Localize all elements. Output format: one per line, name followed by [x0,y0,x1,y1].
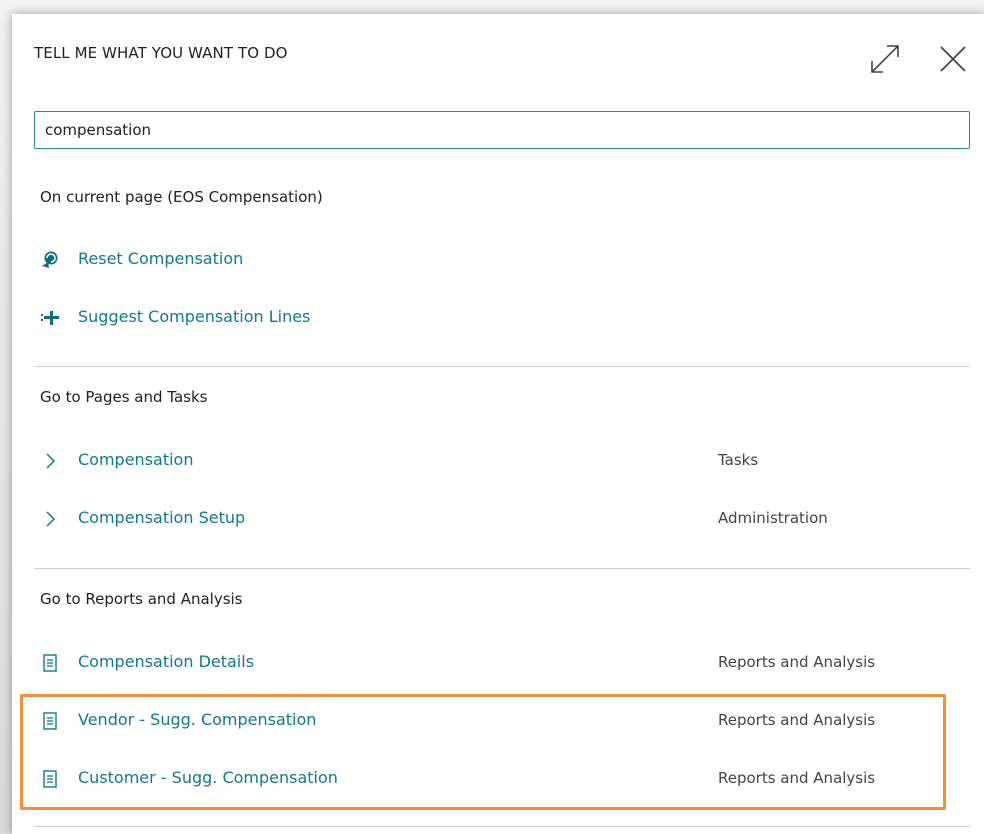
close-icon[interactable] [936,42,970,76]
section-header-current-page: On current page (EOS Compensation) [40,188,323,206]
page-result-compensation-setup[interactable]: Compensation Setup Administration [34,499,970,539]
screenshot-frame: TELL ME WHAT YOU WANT TO DO On current p… [0,0,984,834]
search-input[interactable] [34,111,970,149]
action-reset-compensation[interactable]: Reset Compensation [34,240,970,280]
chevron-right-icon [40,509,60,529]
report-icon [40,711,60,731]
dialog-title: TELL ME WHAT YOU WANT TO DO [34,44,288,62]
result-category: Reports and Analysis [718,769,876,787]
page-result-compensation[interactable]: Compensation Tasks [34,441,970,481]
action-label: Suggest Compensation Lines [78,307,311,326]
report-icon [40,653,60,673]
chevron-right-icon [40,451,60,471]
result-category: Administration [718,509,828,527]
tell-me-dialog: TELL ME WHAT YOU WANT TO DO On current p… [12,14,984,834]
result-label: Customer - Sugg. Compensation [78,768,338,787]
result-label: Vendor - Sugg. Compensation [78,710,317,729]
result-label: Compensation Details [78,652,255,671]
result-category: Reports and Analysis [718,711,876,729]
action-label: Reset Compensation [78,249,244,268]
result-category: Reports and Analysis [718,653,876,671]
reset-icon [40,250,60,270]
section-divider [34,568,970,569]
result-label: Compensation Setup [78,508,246,527]
section-header-pages-tasks: Go to Pages and Tasks [40,388,208,406]
report-icon [40,769,60,789]
suggest-lines-icon [40,308,60,328]
expand-icon[interactable] [868,42,902,76]
report-result-compensation-details[interactable]: Compensation Details Reports and Analysi… [34,643,970,683]
section-header-reports: Go to Reports and Analysis [40,590,243,608]
action-suggest-compensation-lines[interactable]: Suggest Compensation Lines [34,298,970,338]
section-divider [34,366,970,367]
section-divider [34,826,970,827]
result-category: Tasks [718,451,759,469]
report-result-vendor-sugg-compensation[interactable]: Vendor - Sugg. Compensation Reports and … [34,701,970,741]
result-label: Compensation [78,450,194,469]
report-result-customer-sugg-compensation[interactable]: Customer - Sugg. Compensation Reports an… [34,759,970,799]
